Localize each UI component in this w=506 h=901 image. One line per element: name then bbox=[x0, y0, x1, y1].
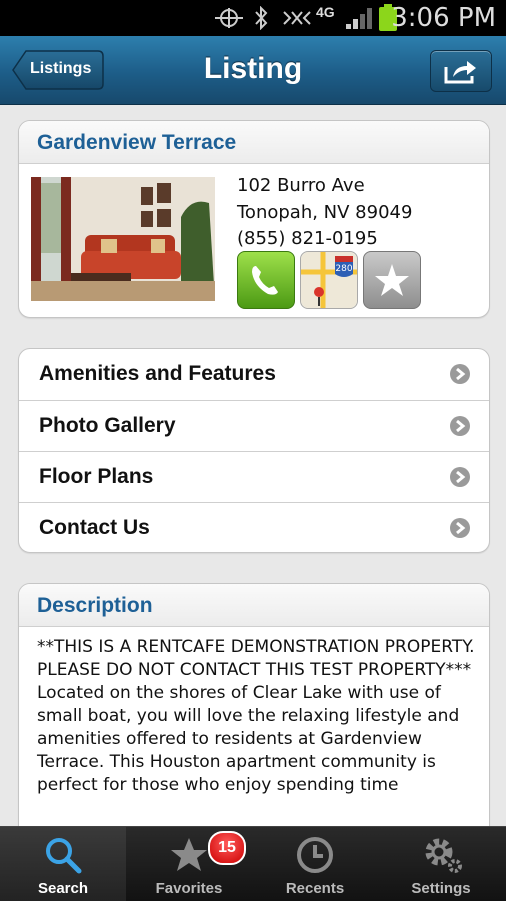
description-title: Description bbox=[37, 594, 153, 617]
description-header: Description bbox=[19, 584, 489, 627]
map-button[interactable]: 280 bbox=[300, 251, 358, 309]
chevron-right-icon bbox=[450, 416, 470, 436]
menu-item-floor-plans[interactable]: Floor Plans bbox=[19, 451, 489, 502]
call-button[interactable] bbox=[237, 251, 295, 309]
chevron-right-icon bbox=[450, 364, 470, 384]
tab-settings[interactable]: Settings bbox=[378, 827, 504, 901]
menu-item-photo-gallery[interactable]: Photo Gallery bbox=[19, 400, 489, 451]
share-button[interactable] bbox=[430, 50, 492, 92]
gear-icon bbox=[425, 838, 462, 873]
tab-label: Settings bbox=[411, 880, 471, 897]
address-city: Tonopah, NV 89049 bbox=[237, 202, 413, 223]
tab-label: Recents bbox=[285, 880, 345, 897]
menu-item-label: Amenities and Features bbox=[39, 362, 276, 385]
tab-label: Favorites bbox=[155, 880, 223, 897]
star-icon bbox=[375, 264, 409, 296]
listing-menu: Amenities and Features Photo Gallery Flo… bbox=[18, 348, 490, 553]
search-icon bbox=[46, 838, 82, 874]
status-bar: 4G 3:06 PM bbox=[0, 0, 506, 36]
star-icon bbox=[171, 838, 207, 871]
property-name: Gardenview Terrace bbox=[37, 131, 237, 154]
tab-bar: Search 15 Favorites Recents Settings bbox=[0, 826, 506, 901]
phone-number[interactable]: (855) 821-0195 bbox=[237, 228, 378, 249]
favorite-button[interactable] bbox=[363, 251, 421, 309]
menu-item-contact-us[interactable]: Contact Us bbox=[19, 502, 489, 552]
menu-item-label: Contact Us bbox=[39, 516, 150, 539]
description-card: Description **THIS IS A RENTCAFE DEMONST… bbox=[18, 583, 490, 845]
property-photo[interactable] bbox=[31, 177, 215, 301]
nav-bar: Listings Listing bbox=[0, 36, 506, 105]
tab-label: Search bbox=[37, 880, 89, 897]
description-text: **THIS IS A RENTCAFE DEMONSTRATION PROPE… bbox=[37, 637, 475, 795]
signal-icon bbox=[346, 8, 372, 29]
clock-time: 3:06 PM bbox=[391, 3, 496, 33]
tab-recents[interactable]: Recents bbox=[252, 827, 378, 901]
property-photo-image bbox=[31, 177, 215, 301]
vibrate-icon bbox=[283, 11, 311, 25]
bluetooth-icon bbox=[255, 6, 268, 30]
address-street: 102 Burro Ave bbox=[237, 175, 365, 196]
favorites-count-badge: 15 bbox=[208, 831, 246, 865]
svg-text:280: 280 bbox=[335, 264, 352, 274]
map-icon: 280 bbox=[301, 252, 357, 308]
share-icon bbox=[444, 61, 476, 84]
property-card-header: Gardenview Terrace bbox=[19, 121, 489, 164]
phone-icon bbox=[252, 266, 278, 295]
property-card: Gardenview Terrace 102 Burro Ave Tonopah… bbox=[18, 120, 490, 318]
location-icon bbox=[215, 8, 243, 28]
chevron-right-icon bbox=[450, 518, 470, 538]
tab-search[interactable]: Search bbox=[0, 827, 126, 901]
menu-item-label: Floor Plans bbox=[39, 465, 154, 488]
tab-favorites[interactable]: 15 Favorites bbox=[126, 827, 252, 901]
menu-item-amenities[interactable]: Amenities and Features bbox=[19, 349, 489, 399]
menu-item-label: Photo Gallery bbox=[39, 414, 176, 437]
chevron-right-icon bbox=[450, 467, 470, 487]
clock-icon bbox=[297, 837, 333, 873]
network-type: 4G bbox=[316, 4, 335, 20]
